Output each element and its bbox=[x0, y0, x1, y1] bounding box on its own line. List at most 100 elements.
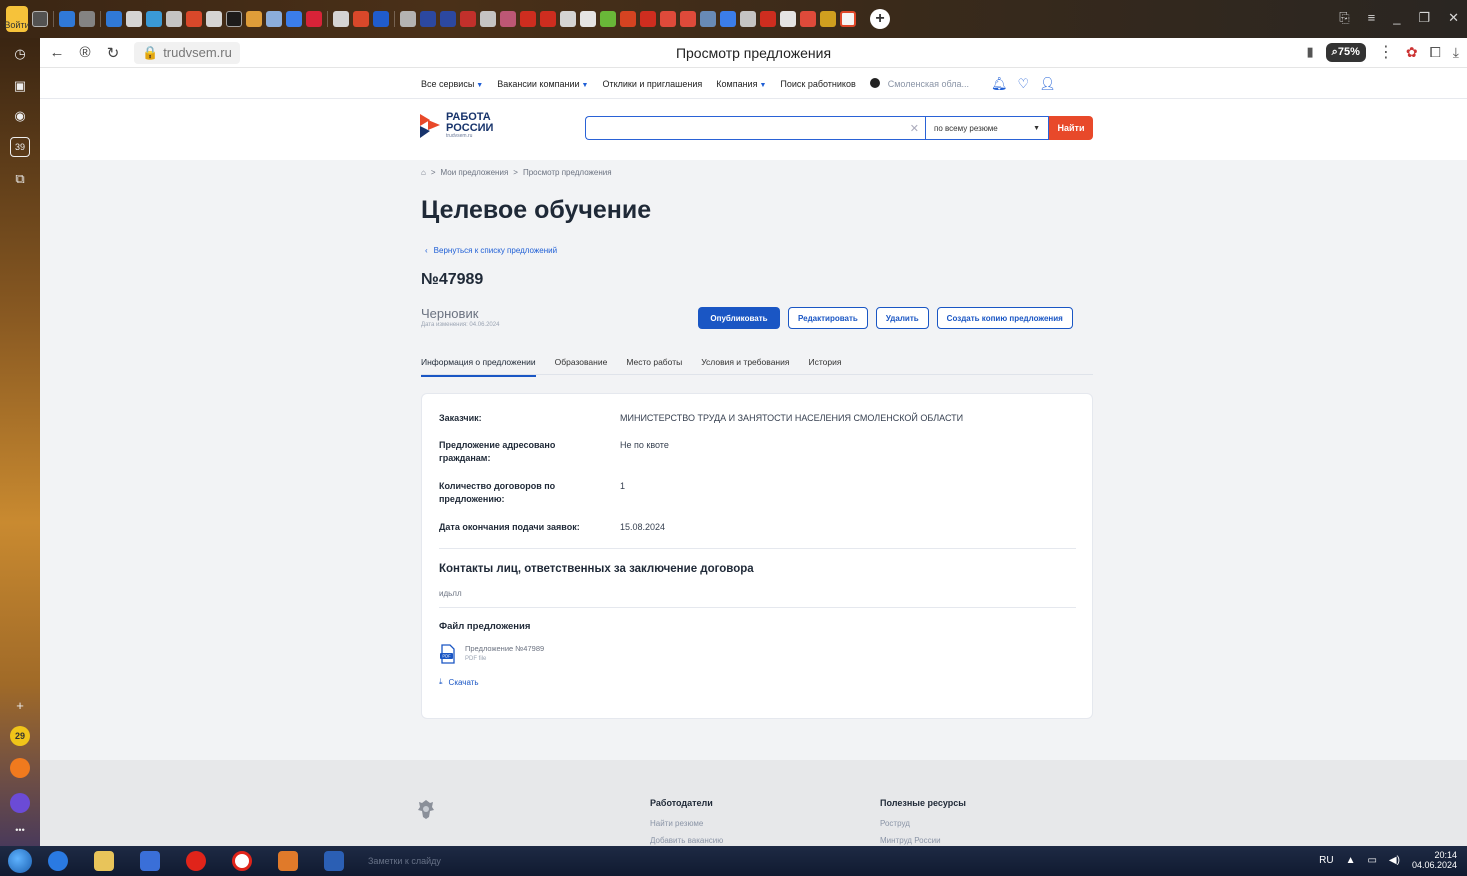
clock[interactable]: 20:14 04.06.2024 bbox=[1412, 850, 1457, 871]
tab-icon[interactable] bbox=[780, 11, 796, 27]
search-button[interactable]: Найти bbox=[1049, 116, 1093, 140]
url-field[interactable]: 🔒 trudvsem.ru bbox=[134, 41, 240, 64]
tab-icon[interactable] bbox=[820, 11, 836, 27]
taskbar-app[interactable] bbox=[268, 848, 308, 874]
tab-icon[interactable] bbox=[32, 11, 48, 27]
notifications-badge-icon[interactable]: 29 bbox=[10, 726, 30, 746]
publish-button[interactable]: Опубликовать bbox=[698, 307, 780, 329]
history-icon[interactable]: ◷ bbox=[10, 44, 30, 64]
reload-icon[interactable]: ↻ bbox=[102, 44, 124, 62]
tab-icon[interactable] bbox=[700, 11, 716, 27]
tab-icon[interactable] bbox=[106, 11, 122, 27]
more-options-icon[interactable]: ⋮ bbox=[1378, 42, 1394, 62]
region-selector[interactable]: Смоленская обла... bbox=[888, 79, 969, 89]
home-icon[interactable]: ⌂ bbox=[421, 168, 426, 177]
back-to-list-link[interactable]: ‹ Вернуться к списку предложений bbox=[425, 246, 557, 255]
tab-icon[interactable] bbox=[286, 11, 302, 27]
tab-icon[interactable] bbox=[440, 11, 456, 27]
alice-icon[interactable]: ◉ bbox=[10, 106, 30, 126]
add-panel-icon[interactable]: + bbox=[10, 695, 30, 715]
tab-icon[interactable] bbox=[206, 11, 222, 27]
tab-icon[interactable] bbox=[266, 11, 282, 27]
tab-icon[interactable] bbox=[480, 11, 496, 27]
menu-icon[interactable]: ≡ bbox=[1368, 10, 1376, 26]
extension-icon[interactable]: ✿ bbox=[1406, 44, 1418, 61]
nav-responses[interactable]: Отклики и приглашения bbox=[602, 79, 702, 89]
tab-icon[interactable] bbox=[226, 11, 242, 27]
edit-button[interactable]: Редактировать bbox=[788, 307, 868, 329]
taskbar-word[interactable] bbox=[314, 848, 354, 874]
language-indicator[interactable]: RU bbox=[1319, 855, 1333, 866]
taskbar-window-title[interactable]: Заметки к слайду bbox=[368, 856, 441, 866]
volume-icon[interactable]: ◀) bbox=[1389, 855, 1400, 866]
tab-icon[interactable] bbox=[660, 11, 676, 27]
tab-icon[interactable] bbox=[620, 11, 636, 27]
downloads-icon[interactable]: ⤓ bbox=[1453, 44, 1459, 61]
footer-add-vacancy-link[interactable]: Добавить вакансию bbox=[650, 836, 723, 845]
download-manager-icon[interactable]: ⎘ bbox=[1339, 10, 1349, 26]
footer-mintrud-link[interactable]: Минтруд России bbox=[880, 836, 941, 845]
tab-icon[interactable] bbox=[79, 11, 95, 27]
site-logo[interactable]: РАБОТА РОССИИ trudvsem.ru bbox=[418, 110, 493, 140]
tab-icon[interactable] bbox=[500, 11, 516, 27]
tab-icon[interactable] bbox=[59, 11, 75, 27]
clear-icon[interactable]: ✕ bbox=[910, 122, 919, 135]
search-input[interactable]: ✕ bbox=[585, 116, 925, 140]
tab-icon[interactable] bbox=[146, 11, 162, 27]
footer-rostrud-link[interactable]: Роструд bbox=[880, 819, 910, 828]
taskbar-opera[interactable] bbox=[176, 848, 216, 874]
tab-offer-info[interactable]: Информация о предложении bbox=[421, 355, 536, 377]
tab-icon[interactable] bbox=[460, 11, 476, 27]
tab-icon[interactable] bbox=[640, 11, 656, 27]
collections-icon[interactable]: ▣ bbox=[10, 76, 30, 96]
tab-icon[interactable] bbox=[373, 11, 389, 27]
taskbar-explorer[interactable] bbox=[84, 848, 124, 874]
network-icon[interactable]: ▭ bbox=[1367, 855, 1376, 866]
tab-icon[interactable] bbox=[353, 11, 369, 27]
taskbar-media[interactable] bbox=[130, 848, 170, 874]
active-tab-icon[interactable] bbox=[840, 11, 856, 27]
mail-badge-icon[interactable]: 39 bbox=[10, 137, 30, 157]
taskbar-yandex[interactable] bbox=[222, 848, 262, 874]
zoom-indicator[interactable]: ⌕75% bbox=[1325, 42, 1366, 62]
tab-icon[interactable] bbox=[720, 11, 736, 27]
tab-icon[interactable] bbox=[420, 11, 436, 27]
tab-icon[interactable] bbox=[740, 11, 756, 27]
back-icon[interactable]: ← bbox=[46, 44, 68, 61]
assistant-icon[interactable] bbox=[10, 793, 30, 813]
file-item[interactable]: PDF Предложение №47989 PDF file bbox=[439, 644, 544, 664]
bookmark-icon[interactable]: ▮ bbox=[1307, 44, 1314, 60]
nav-company[interactable]: Компания ▼ bbox=[716, 79, 766, 89]
download-link[interactable]: ⤓ Скачать bbox=[439, 677, 479, 687]
user-icon[interactable]: 👤︎ bbox=[1039, 76, 1056, 92]
tab-conditions[interactable]: Условия и требования bbox=[701, 355, 789, 374]
nav-all-services[interactable]: Все сервисы ▼ bbox=[421, 79, 483, 89]
tab-icon[interactable] bbox=[800, 11, 816, 27]
new-tab-button[interactable]: + bbox=[870, 9, 890, 29]
tab-icon[interactable] bbox=[520, 11, 536, 27]
tab-icon[interactable] bbox=[580, 11, 596, 27]
tab-icon[interactable] bbox=[400, 11, 416, 27]
tab-icon[interactable] bbox=[306, 11, 322, 27]
copy-offer-button[interactable]: Создать копию предложения bbox=[936, 307, 1073, 329]
tab-icon[interactable] bbox=[333, 11, 349, 27]
weather-icon[interactable] bbox=[10, 758, 30, 778]
tab-icon[interactable] bbox=[246, 11, 262, 27]
accessibility-eye-button[interactable] bbox=[869, 78, 880, 90]
notes-icon[interactable]: ⧉ bbox=[10, 169, 30, 189]
more-icon[interactable]: ••• bbox=[10, 820, 30, 840]
tab-icon[interactable] bbox=[186, 11, 202, 27]
tab-icon[interactable] bbox=[560, 11, 576, 27]
bell-icon[interactable]: 🔔︎ bbox=[991, 76, 1008, 92]
delete-button[interactable]: Удалить bbox=[875, 307, 929, 329]
start-button[interactable] bbox=[8, 849, 32, 873]
tab-education[interactable]: Образование bbox=[555, 355, 608, 374]
minimize-icon[interactable]: _ bbox=[1393, 10, 1400, 26]
taskbar-ie[interactable] bbox=[38, 848, 78, 874]
close-icon[interactable]: ✕ bbox=[1448, 10, 1459, 26]
tray-expand-icon[interactable]: ▲ bbox=[1346, 855, 1356, 866]
restore-icon[interactable]: ❐ bbox=[1418, 10, 1430, 26]
footer-find-resume-link[interactable]: Найти резюме bbox=[650, 819, 703, 828]
tab-workplace[interactable]: Место работы bbox=[626, 355, 682, 374]
heart-icon[interactable]: ♡ bbox=[1018, 76, 1030, 92]
